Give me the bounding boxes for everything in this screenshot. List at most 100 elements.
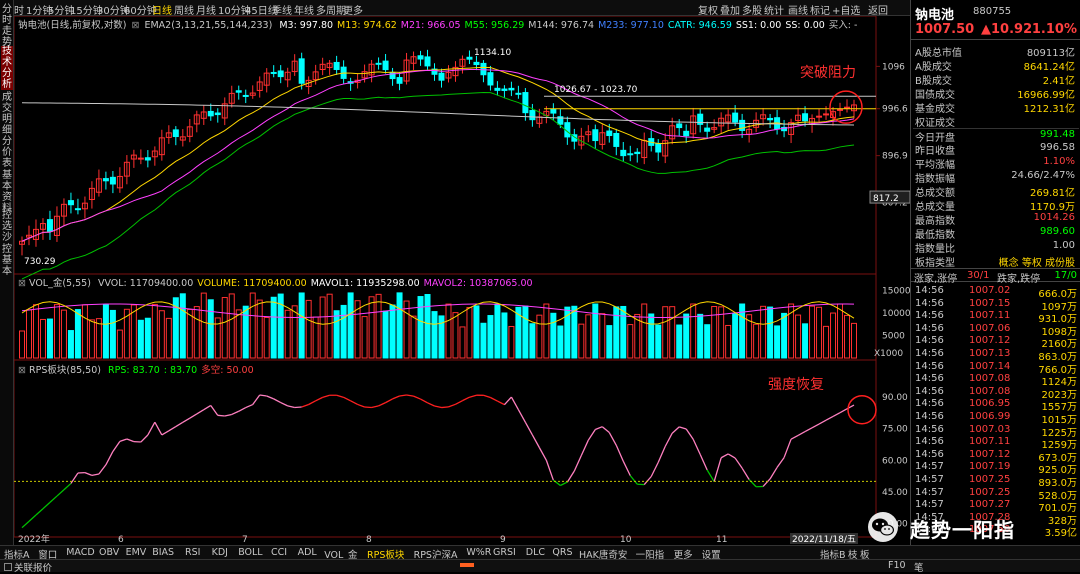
volume-bar — [299, 293, 304, 358]
volume-bar — [761, 306, 766, 358]
left-tab[interactable]: 技术分析 — [1, 46, 13, 90]
volume-bar — [425, 295, 430, 358]
rps-segment — [127, 439, 134, 442]
period-tab[interactable]: 季线 — [272, 2, 292, 17]
volume-bar — [817, 307, 822, 358]
stat-value: 1014.26 — [1034, 212, 1075, 223]
indicator-tab[interactable]: BIAS — [152, 547, 174, 558]
indicator-tab[interactable]: MACD — [66, 547, 94, 558]
indicator-value: VOLUME: 11709400.00 — [197, 278, 306, 289]
rps-segment — [595, 427, 602, 430]
indicator-value: M3: 997.80 — [279, 20, 333, 31]
rps-segment — [274, 399, 281, 403]
toolbar-button[interactable]: 叠加 — [720, 2, 740, 17]
rps-segment — [372, 406, 379, 408]
board-type-row: 板指类型 概念 等权 成份股 — [913, 254, 1079, 266]
volume-bar — [33, 305, 38, 358]
stat-label: 最低指数 — [915, 226, 955, 241]
indicator-tab[interactable]: W%R — [466, 547, 491, 558]
price-change: ▲10.92 — [981, 22, 1032, 37]
indicator-tab[interactable]: OBV — [99, 547, 119, 558]
rps-segment — [316, 397, 323, 400]
volume-bar — [642, 304, 647, 358]
kline-series: 1134.101026.67 - 1023.70730.29 — [20, 48, 877, 279]
volume-bar — [201, 293, 206, 358]
f10-button[interactable]: F10 — [888, 560, 906, 571]
rps-segment — [43, 502, 50, 508]
indicator-tab[interactable]: CCI — [271, 547, 287, 558]
rps-segment — [700, 454, 707, 470]
left-tab[interactable]: 成交明细 — [1, 92, 13, 136]
toolbar-button[interactable]: 多股 — [742, 2, 762, 17]
rps-segment — [658, 446, 665, 462]
rps-segment — [64, 483, 71, 489]
stat-row: 权证成交 — [913, 114, 1079, 126]
volume-bar — [712, 307, 717, 358]
stat-value: 1170.9万 — [1030, 198, 1075, 213]
indicator-tab[interactable]: ADL — [298, 547, 317, 558]
toolbar-button[interactable]: 标记 — [810, 2, 830, 17]
toolbar-button[interactable]: 返回 — [868, 2, 888, 17]
left-tab[interactable]: 基本资料 — [1, 170, 13, 214]
rps-segment — [609, 433, 616, 446]
volume-bar — [628, 325, 633, 358]
volume-bar — [61, 310, 66, 358]
indicator-value: SS: 0.00 — [785, 20, 824, 31]
volume-bar — [775, 326, 780, 358]
indicator-tab[interactable]: GRSI — [493, 547, 516, 558]
rps-segment — [819, 420, 826, 424]
rps-segment — [462, 397, 469, 400]
board-type-value[interactable]: 概念 等权 成份股 — [999, 254, 1075, 269]
rps-segment — [812, 424, 819, 428]
rps-segment — [707, 470, 714, 482]
period-tab[interactable]: 更多 — [343, 2, 363, 17]
indicator-tab[interactable]: KDJ — [212, 547, 228, 558]
period-tab[interactable]: 日线 — [152, 2, 172, 17]
rps-segment — [497, 401, 504, 405]
low-annotation: 730.29 — [24, 257, 56, 267]
rps-values: RPS: 83.70: 83.70多空: 50.00 — [104, 365, 254, 376]
rps-info-bar: ⊠ RPS板块(85,50) RPS: 83.70: 83.70多空: 50.0… — [18, 362, 254, 376]
volume-bar — [82, 305, 87, 358]
indicator-tab[interactable]: EMV — [126, 547, 147, 558]
rps-segment — [742, 468, 749, 479]
indicator-tab[interactable]: BOLL — [238, 547, 262, 558]
stat-row: 今日开盘991.48 — [913, 128, 1079, 140]
left-tab[interactable]: 控基本 — [1, 244, 13, 277]
period-tab[interactable]: 月线 — [196, 2, 216, 17]
toolbar-button[interactable]: 画线 — [788, 2, 808, 17]
toolbar-button[interactable]: 复权 — [698, 2, 718, 17]
period-tab[interactable]: 多周期 — [316, 2, 346, 17]
candle-body — [278, 71, 283, 77]
volume-bar — [495, 304, 500, 358]
volume-bar — [152, 304, 157, 358]
indicator-tab[interactable]: DLC — [526, 547, 545, 558]
toolbar-button[interactable]: +自选 — [832, 2, 860, 17]
toolbar-button[interactable]: 统计 — [764, 2, 784, 17]
rps-segment — [106, 451, 113, 464]
left-tab[interactable]: 控选沙 — [1, 210, 13, 243]
tick-price: 1007.11 — [969, 310, 1010, 321]
rps-segment — [602, 427, 609, 433]
left-tab[interactable]: 分价表 — [1, 136, 13, 169]
tick-price: 1007.15 — [969, 298, 1010, 309]
wechat-icon — [868, 512, 898, 542]
indicator-tab[interactable]: QRS — [552, 547, 572, 558]
close-icon[interactable]: ⊠ — [131, 20, 139, 31]
candle-body — [621, 150, 626, 155]
tick-time: 14:56 — [915, 449, 944, 460]
close-icon[interactable]: ⊠ — [18, 278, 26, 289]
period-tab[interactable]: 周线 — [174, 2, 194, 17]
left-tab[interactable]: 分时走势 — [1, 4, 13, 48]
period-tab[interactable]: 年线 — [294, 2, 314, 17]
rps-segment — [120, 439, 127, 441]
stat-row: 指数量比1.00 — [913, 240, 1079, 252]
volume-bar — [89, 320, 94, 358]
tick-time: 14:56 — [915, 335, 944, 346]
rps-segment — [253, 395, 260, 405]
close-icon[interactable]: ⊠ — [18, 365, 26, 376]
volume-bar — [54, 305, 59, 358]
indicator-tab[interactable]: RSI — [185, 547, 200, 558]
candle-body — [495, 88, 500, 90]
rps-segment — [490, 398, 497, 402]
